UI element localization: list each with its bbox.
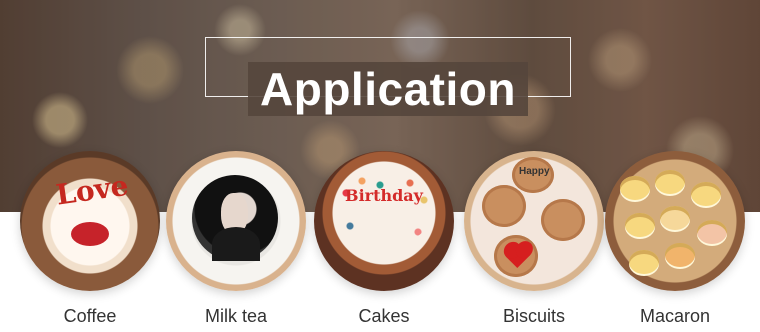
macaron-4 [625,213,655,237]
application-label-biscuits: Biscuits [502,306,565,326]
macaron-1 [620,176,650,200]
page-title: Application [205,62,571,116]
biscuit-star [482,185,526,227]
application-label-cakes: Cakes [358,306,410,326]
applications-list: Love Coffee Milk tea Birthday Cakes Happ… [0,151,760,332]
coffee-image: Love [20,151,160,291]
application-card-cakes[interactable]: Birthday Cakes [314,151,454,326]
confetti-decoration [334,171,434,246]
biscuits-image: Happy [464,151,604,291]
page-title-text: Application [248,62,528,116]
cake-birthday-text: Birthday [345,186,423,205]
application-card-coffee[interactable]: Love Coffee [20,151,160,326]
macaron-7 [629,250,659,274]
application-label-coffee: Coffee [63,306,117,326]
application-card-macaron[interactable]: Macaron [605,151,745,326]
biscuit-happy-text: Happy [519,166,550,177]
application-section: Application Love Coffee Milk tea Birthda… [0,0,760,332]
milk-tea-image [166,151,306,291]
cake-image: Birthday [314,151,454,291]
application-label-macaron: Macaron [639,306,711,326]
macaron-image [605,151,745,291]
portrait-print-image [192,175,278,261]
application-card-milk-tea[interactable]: Milk tea [166,151,306,326]
application-label-milk-tea: Milk tea [204,306,267,326]
macaron-6 [697,220,727,244]
macaron-3 [691,182,721,206]
application-card-biscuits[interactable]: Happy Biscuits [464,151,604,326]
lips-icon [71,222,109,246]
macaron-8 [665,243,695,267]
biscuit-face [541,199,585,241]
macaron-2 [655,170,685,194]
macaron-5 [660,206,690,230]
coffee-love-text: Love [54,168,131,212]
